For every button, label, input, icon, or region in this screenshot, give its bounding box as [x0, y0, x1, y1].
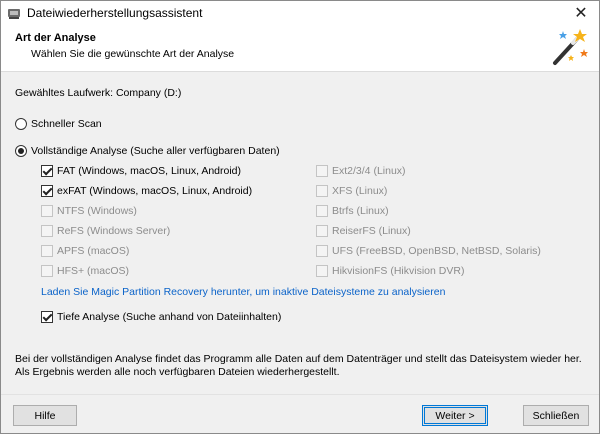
download-magic-partition-recovery-link[interactable]: Laden Sie Magic Partition Recovery herun… — [41, 286, 445, 298]
analysis-description: Bei der vollständigen Analyse findet das… — [15, 353, 582, 378]
help-button[interactable]: Hilfe — [13, 405, 77, 426]
full-analysis-option[interactable]: Vollständige Analyse (Suche aller verfüg… — [15, 145, 280, 157]
fs-exfat-checkbox[interactable] — [41, 185, 53, 197]
next-button[interactable]: Weiter > — [422, 405, 488, 426]
fs-exfat-option[interactable]: exFAT (Windows, macOS, Linux, Android) — [41, 185, 252, 197]
window-title: Dateiwiederherstellungsassistent — [27, 5, 203, 20]
fs-btrfs-checkbox — [316, 205, 328, 217]
fs-fat-checkbox[interactable] — [41, 165, 53, 177]
fs-fat-option[interactable]: FAT (Windows, macOS, Linux, Android) — [41, 165, 241, 177]
fs-reiserfs-label: ReiserFS (Linux) — [332, 225, 411, 237]
quick-scan-option[interactable]: Schneller Scan — [15, 118, 102, 130]
title-bar: Dateiwiederherstellungsassistent ✕ — [1, 1, 599, 24]
fs-hfsplus-checkbox — [41, 265, 53, 277]
fs-refs-option: ReFS (Windows Server) — [41, 225, 170, 237]
fs-xfs-option: XFS (Linux) — [316, 185, 387, 197]
fs-xfs-checkbox — [316, 185, 328, 197]
full-analysis-radio[interactable] — [15, 145, 27, 157]
fs-ext-checkbox — [316, 165, 328, 177]
deep-analysis-checkbox[interactable] — [41, 311, 53, 323]
fs-hikvisionfs-checkbox — [316, 265, 328, 277]
fs-apfs-option: APFS (macOS) — [41, 245, 129, 257]
fs-ufs-label: UFS (FreeBSD, OpenBSD, NetBSD, Solaris) — [332, 245, 541, 257]
wizard-window: Dateiwiederherstellungsassistent ✕ Art d… — [0, 0, 600, 434]
footer-divider — [1, 394, 599, 395]
full-analysis-label: Vollständige Analyse (Suche aller verfüg… — [31, 145, 280, 157]
fs-refs-checkbox — [41, 225, 53, 237]
fs-exfat-label: exFAT (Windows, macOS, Linux, Android) — [57, 185, 253, 197]
fs-ufs-option: UFS (FreeBSD, OpenBSD, NetBSD, Solaris) — [316, 245, 541, 257]
fs-reiserfs-checkbox — [316, 225, 328, 237]
fs-reiserfs-option: ReiserFS (Linux) — [316, 225, 411, 237]
quick-scan-radio[interactable] — [15, 118, 27, 130]
app-icon — [7, 6, 21, 20]
fs-ext-option: Ext2/3/4 (Linux) — [316, 165, 406, 177]
fs-btrfs-option: Btrfs (Linux) — [316, 205, 389, 217]
fs-hfsplus-option: HFS+ (macOS) — [41, 265, 129, 277]
fs-xfs-label: XFS (Linux) — [332, 185, 388, 197]
fs-hikvisionfs-option: HikvisionFS (Hikvision DVR) — [316, 265, 464, 277]
fs-ntfs-option: NTFS (Windows) — [41, 205, 137, 217]
fs-ufs-checkbox — [316, 245, 328, 257]
magic-wand-icon — [547, 27, 589, 69]
fs-ntfs-checkbox — [41, 205, 53, 217]
page-title: Art der Analyse — [15, 32, 96, 44]
fs-apfs-checkbox — [41, 245, 53, 257]
fs-hfsplus-label: HFS+ (macOS) — [57, 265, 130, 277]
fs-ntfs-label: NTFS (Windows) — [57, 205, 137, 217]
page-subtitle: Wählen Sie die gewünschte Art der Analys… — [31, 48, 235, 60]
quick-scan-label: Schneller Scan — [31, 118, 102, 130]
close-button[interactable]: Schließen — [523, 405, 589, 426]
fs-apfs-label: APFS (macOS) — [57, 245, 130, 257]
selected-drive-label: Gewähltes Laufwerk: Company (D:) — [15, 87, 182, 99]
close-icon[interactable]: ✕ — [563, 1, 599, 24]
deep-analysis-option[interactable]: Tiefe Analyse (Suche anhand von Dateiinh… — [41, 311, 281, 323]
fs-refs-label: ReFS (Windows Server) — [57, 225, 171, 237]
deep-analysis-label: Tiefe Analyse (Suche anhand von Dateiinh… — [57, 311, 282, 323]
fs-fat-label: FAT (Windows, macOS, Linux, Android) — [57, 165, 242, 177]
fs-ext-label: Ext2/3/4 (Linux) — [332, 165, 406, 177]
wizard-header: Art der Analyse Wählen Sie die gewünscht… — [1, 24, 599, 72]
fs-hikvisionfs-label: HikvisionFS (Hikvision DVR) — [332, 265, 465, 277]
fs-btrfs-label: Btrfs (Linux) — [332, 205, 389, 217]
